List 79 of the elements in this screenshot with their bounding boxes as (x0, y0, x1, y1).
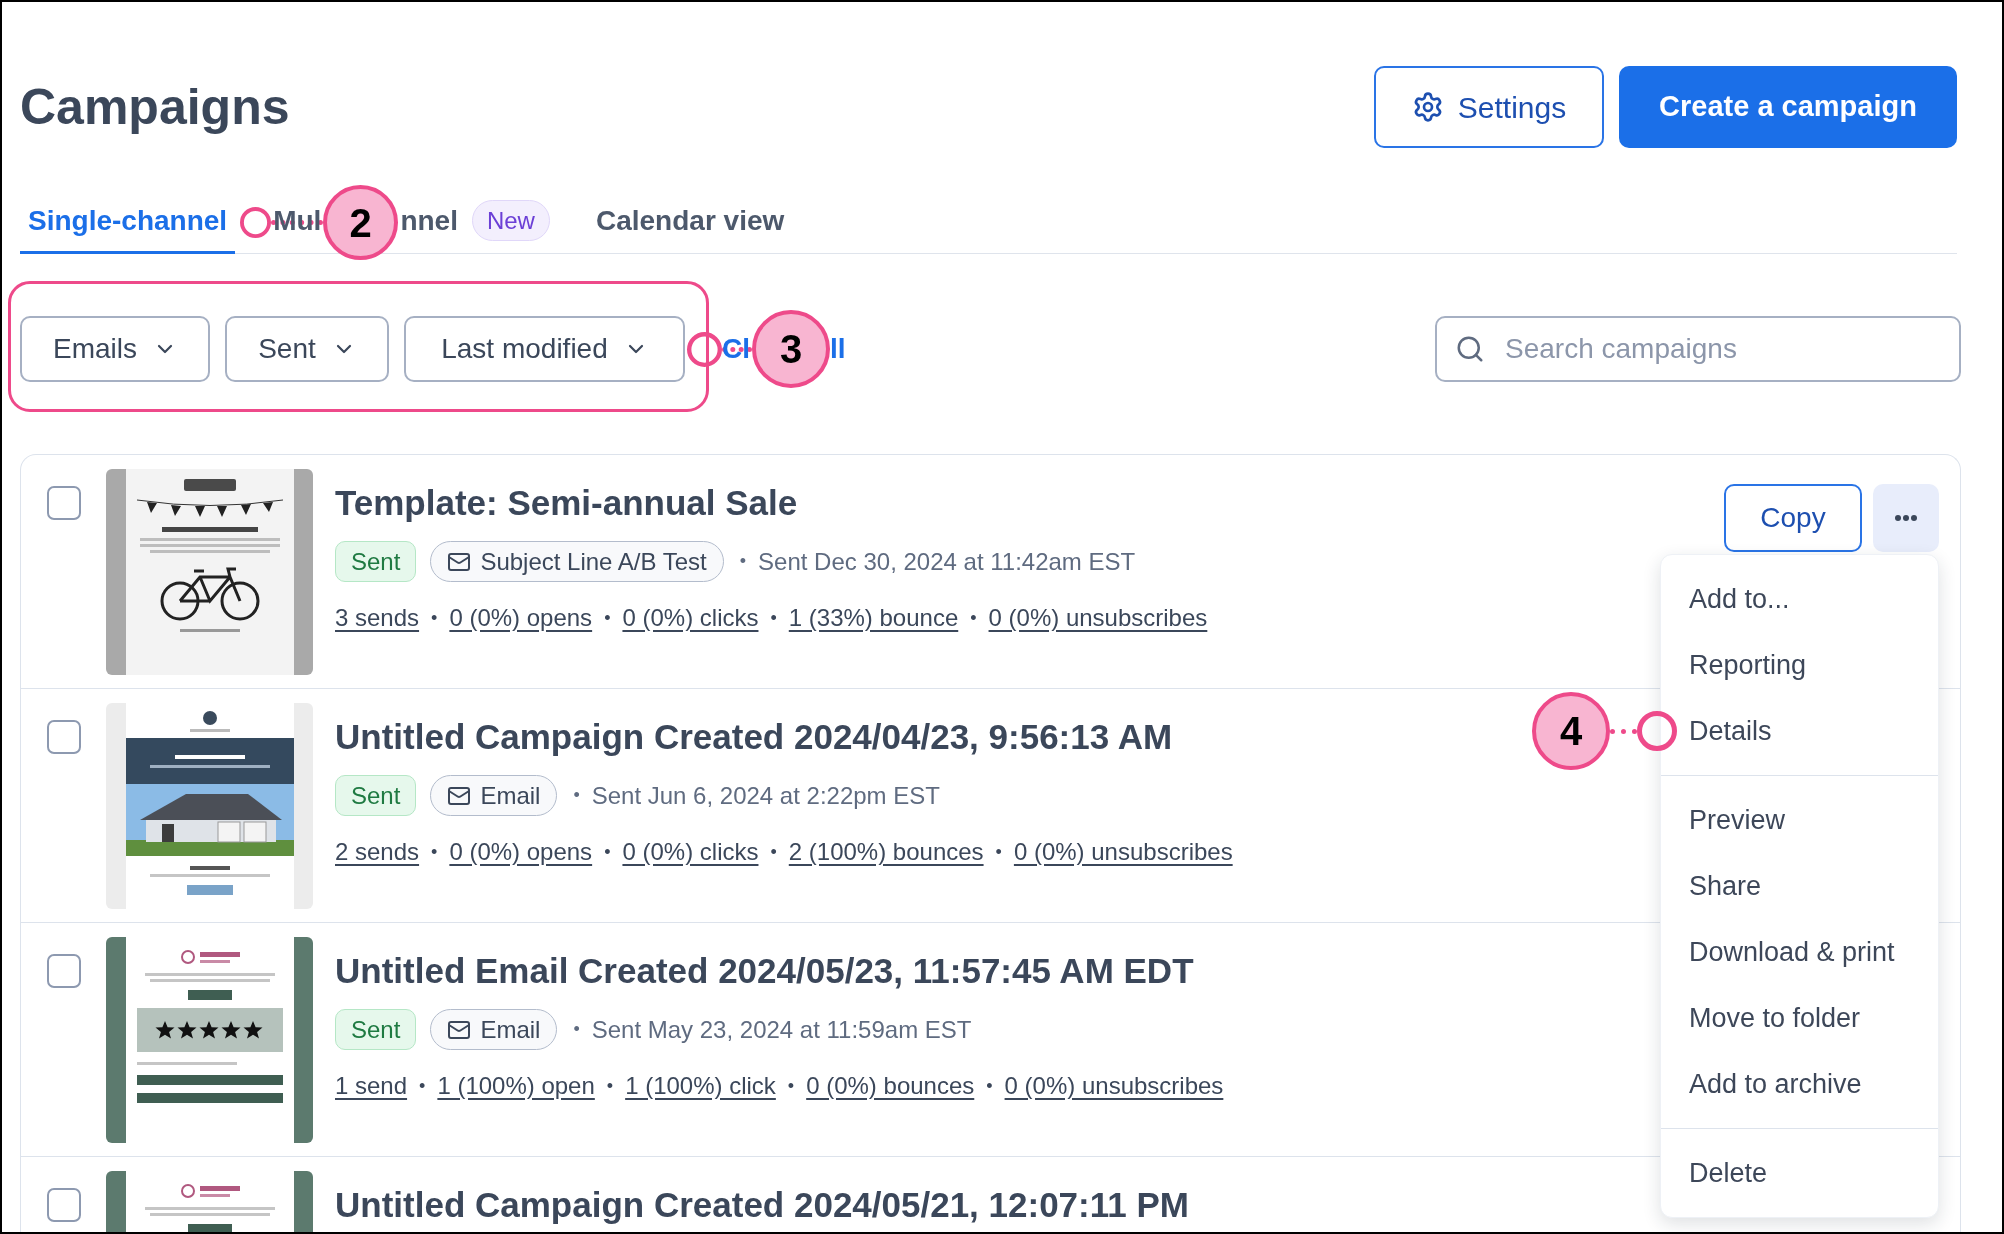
menu-item[interactable]: Share (1661, 853, 1938, 919)
checkbox[interactable] (47, 954, 81, 988)
stat-link[interactable]: 0 (0%) bounces (806, 1068, 975, 1104)
sent-date: Sent Dec 30, 2024 at 11:42am EST (758, 546, 1136, 577)
search-icon (1455, 334, 1485, 364)
filter-dropdown[interactable]: Sent (225, 316, 389, 382)
pointer-ring-icon (240, 207, 271, 238)
filter-dropdown[interactable]: Emails (20, 316, 210, 382)
campaign-title[interactable]: Untitled Campaign Created 2024/05/21, 12:07:11 PM (335, 1183, 1189, 1227)
clear-all-link[interactable]: Cl (722, 335, 750, 363)
bullet-separator: • (739, 550, 747, 573)
checkbox[interactable] (47, 1188, 81, 1222)
menu-item[interactable]: Delete (1661, 1140, 1938, 1206)
stat-link[interactable]: 0 (0%) unsubscribes (1013, 834, 1233, 870)
stat-link[interactable]: 0 (0%) clicks (622, 834, 759, 870)
bullet-separator: • (606, 1074, 614, 1098)
bullet-separator: • (770, 606, 777, 630)
stat-link[interactable]: 0 (0%) opens (449, 834, 593, 870)
page-title: Campaigns (20, 82, 290, 132)
settings-button[interactable]: Settings (1374, 66, 1604, 148)
stat-link[interactable]: 1 (100%) open (437, 1068, 595, 1104)
stat-link[interactable]: 1 (100%) click (625, 1068, 776, 1104)
channel-name: Email (480, 1014, 541, 1045)
bullet-separator: • (970, 606, 977, 630)
leader-line (1610, 728, 1637, 734)
tab[interactable]: Calendar view (587, 190, 793, 254)
checkbox[interactable] (47, 720, 81, 754)
more-icon (1895, 515, 1917, 521)
stat-link[interactable]: 2 sends (335, 834, 420, 870)
pointer-ring-icon (687, 331, 722, 367)
bullet-separator: • (573, 784, 580, 807)
menu-item[interactable]: Add to archive (1661, 1051, 1938, 1117)
new-tag: New (471, 200, 550, 241)
more-button[interactable] (1873, 484, 1939, 552)
stat-link[interactable]: 1 send (335, 1068, 408, 1104)
create-campaign-button[interactable]: Create a campaign (1619, 66, 1957, 148)
stat-link[interactable]: 0 (0%) clicks (622, 600, 759, 636)
bullet-separator: • (986, 1074, 993, 1098)
campaign-title[interactable]: Template: Semi-annual Sale (335, 481, 798, 525)
menu-item[interactable]: Reporting (1661, 632, 1938, 698)
search-field[interactable]: Search campaigns (1435, 316, 1961, 382)
stat-link[interactable]: 0 (0%) unsubscribes (1004, 1068, 1224, 1104)
status-tag: Sent (335, 541, 417, 582)
step-marker: 4 (1532, 692, 1610, 770)
stat-link[interactable]: 3 sends (335, 600, 420, 636)
menu-item[interactable]: Details (1661, 698, 1938, 764)
stat-link[interactable]: 0 (0%) unsubscribes (988, 600, 1208, 636)
sent-date: Sent Jun 6, 2024 at 2:22pm EST (591, 780, 940, 811)
status-tag: Sent (335, 775, 417, 816)
bullet-separator: • (419, 1074, 426, 1098)
clear-all-link[interactable]: ll (830, 335, 846, 363)
stat-link[interactable]: 2 (100%) bounces (788, 834, 984, 870)
menu-item[interactable]: Move to folder (1661, 985, 1938, 1051)
bullet-separator: • (431, 840, 438, 864)
menu-item[interactable]: Download & print (1661, 919, 1938, 985)
checkbox[interactable] (47, 486, 81, 520)
tab[interactable]: Single-channel (20, 190, 236, 254)
campaign-title[interactable]: Untitled Campaign Created 2024/04/23, 9:56:13 AM (335, 715, 1173, 759)
status-tag: Sent (335, 1009, 417, 1050)
filter-dropdown[interactable]: Last modified (404, 316, 685, 382)
bullet-separator: • (431, 606, 438, 630)
bullet-separator: • (770, 840, 777, 864)
step-marker: 3 (752, 310, 830, 388)
menu-item[interactable]: Preview (1661, 787, 1938, 853)
pointer-ring-icon (1637, 711, 1677, 751)
bullet-separator: • (604, 606, 611, 630)
campaign-title[interactable]: Untitled Email Created 2024/05/23, 11:57:45 AM EDT (335, 949, 1194, 993)
step-marker: 2 (323, 185, 398, 260)
stat-link[interactable]: 0 (0%) opens (449, 600, 593, 636)
channel-name: Subject Line A/B Test (480, 546, 707, 577)
bullet-separator: • (995, 840, 1002, 864)
bullet-separator: • (787, 1074, 795, 1098)
stat-link[interactable]: 1 (33%) bounce (788, 600, 959, 636)
bullet-separator: • (573, 1018, 580, 1041)
sent-date: Sent May 23, 2024 at 11:59am EST (591, 1014, 972, 1045)
channel-name: Email (480, 780, 541, 811)
menu-item[interactable]: Add to... (1661, 566, 1938, 632)
bullet-separator: • (604, 840, 611, 864)
copy-button[interactable]: Copy (1724, 484, 1862, 552)
